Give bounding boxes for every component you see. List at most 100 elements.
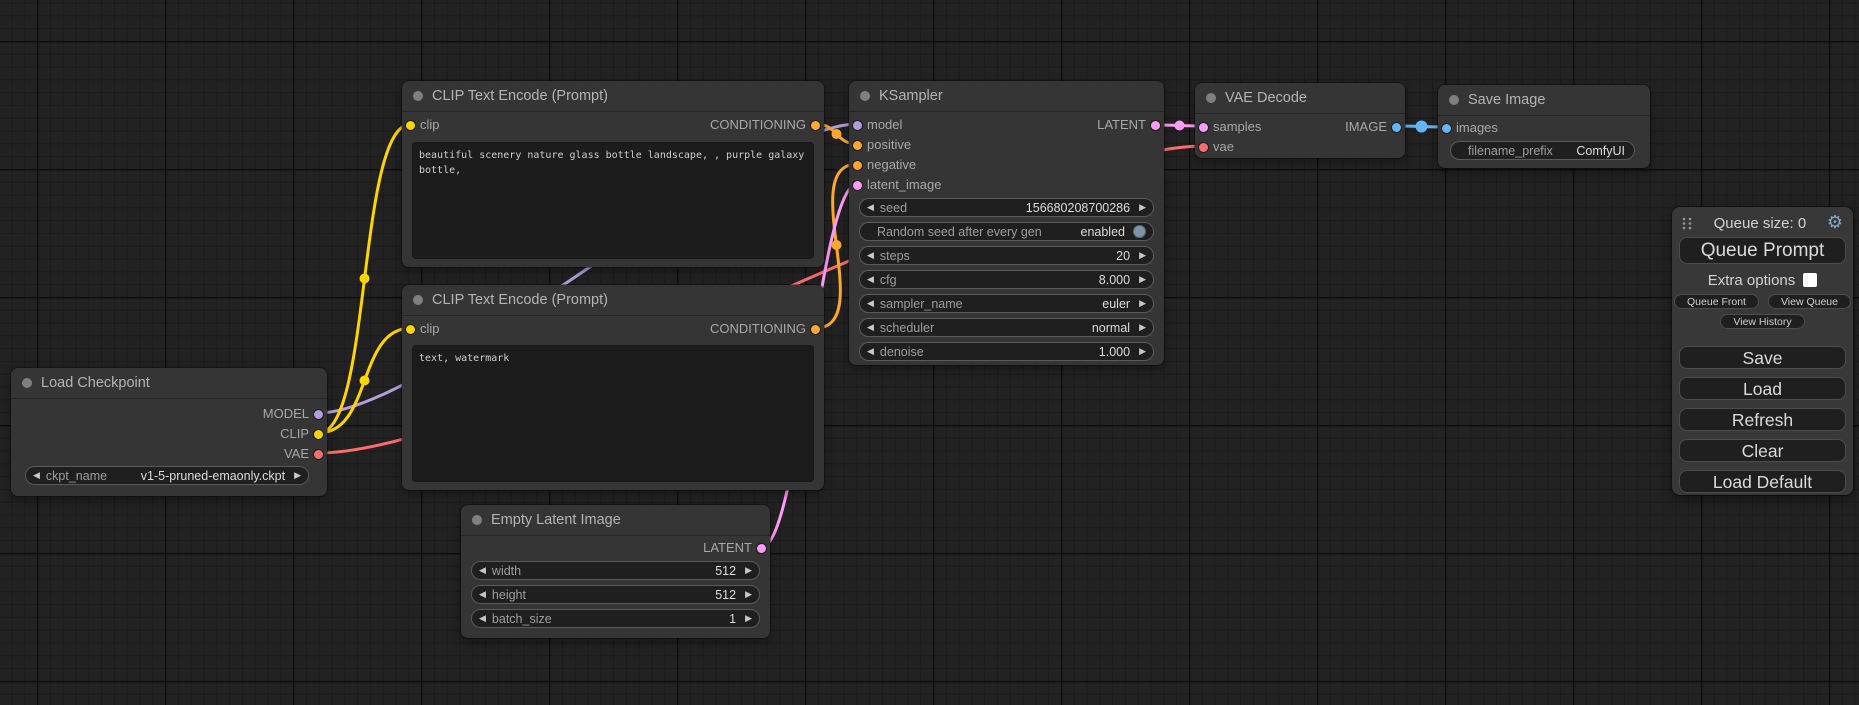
widget-label: sampler_name [880, 297, 963, 311]
node-load-checkpoint[interactable]: Load Checkpoint MODEL CLIP VAE ◀ ckpt_na… [11, 368, 327, 496]
input-slot-clip[interactable] [406, 121, 415, 130]
node-title-bar[interactable]: CLIP Text Encode (Prompt) [402, 81, 824, 112]
widget-denoise[interactable]: ◀ denoise 1.000 ▶ [859, 342, 1154, 361]
node-vae-decode[interactable]: VAE Decode samples IMAGE vae [1195, 83, 1405, 158]
clear-button[interactable]: Clear [1679, 439, 1846, 462]
link-dot [832, 240, 842, 250]
extra-options-checkbox[interactable] [1803, 273, 1817, 287]
output-slot-model[interactable] [314, 410, 323, 419]
left-arrow-icon[interactable]: ◀ [867, 203, 874, 212]
right-arrow-icon[interactable]: ▶ [745, 614, 752, 623]
right-arrow-icon[interactable]: ▶ [294, 471, 301, 480]
left-arrow-icon[interactable]: ◀ [867, 299, 874, 308]
view-history-button[interactable]: View History [1720, 314, 1804, 329]
output-slot-conditioning[interactable] [811, 121, 820, 130]
node-title-bar[interactable]: Load Checkpoint [11, 368, 327, 399]
output-slot-image[interactable] [1392, 123, 1401, 132]
link-dot [360, 376, 370, 386]
node-clip-text-encode-positive[interactable]: CLIP Text Encode (Prompt) clip CONDITION… [402, 81, 824, 267]
settings-gear-icon[interactable]: ⚙ [1827, 214, 1843, 232]
node-title-bar[interactable]: Save Image [1438, 85, 1650, 116]
graph-canvas[interactable]: Load Checkpoint MODEL CLIP VAE ◀ ckpt_na… [0, 0, 1859, 705]
save-button[interactable]: Save [1679, 346, 1846, 369]
queue-prompt-button[interactable]: Queue Prompt [1679, 237, 1846, 264]
right-arrow-icon[interactable]: ▶ [1139, 275, 1146, 284]
view-queue-button[interactable]: View Queue [1768, 294, 1851, 309]
right-arrow-icon[interactable]: ▶ [745, 590, 752, 599]
right-arrow-icon[interactable]: ▶ [1139, 251, 1146, 260]
collapse-dot-icon[interactable] [22, 378, 32, 388]
widget-value: 8.000 [1099, 273, 1130, 287]
left-arrow-icon[interactable]: ◀ [33, 471, 40, 480]
right-arrow-icon[interactable]: ▶ [745, 566, 752, 575]
positive-prompt-textarea[interactable]: beautiful scenery nature glass bottle la… [412, 142, 814, 259]
output-slot-conditioning[interactable] [811, 325, 820, 334]
output-slot-latent[interactable] [1151, 121, 1160, 130]
input-slot-clip[interactable] [406, 325, 415, 334]
right-arrow-icon[interactable]: ▶ [1139, 323, 1146, 332]
output-label: VAE [284, 444, 309, 464]
input-slot-samples[interactable] [1199, 123, 1208, 132]
collapse-dot-icon[interactable] [472, 515, 482, 525]
load-default-button[interactable]: Load Default [1679, 470, 1846, 493]
collapse-dot-icon[interactable] [1449, 95, 1459, 105]
toggle-dot-icon[interactable] [1133, 225, 1146, 238]
node-title-bar[interactable]: CLIP Text Encode (Prompt) [402, 285, 824, 316]
left-arrow-icon[interactable]: ◀ [479, 566, 486, 575]
output-slot-latent[interactable] [757, 544, 766, 553]
input-slot-model[interactable] [853, 121, 862, 130]
widget-random-seed-toggle[interactable]: Random seed after every gen enabled [859, 222, 1154, 241]
collapse-dot-icon[interactable] [860, 91, 870, 101]
widget-value: 1 [729, 612, 736, 626]
input-slot-negative[interactable] [853, 161, 862, 170]
comfy-menu-panel[interactable]: Queue size: 0 ⚙ Queue Prompt Extra optio… [1672, 207, 1853, 495]
left-arrow-icon[interactable]: ◀ [479, 590, 486, 599]
widget-label: cfg [880, 273, 897, 287]
right-arrow-icon[interactable]: ▶ [1139, 203, 1146, 212]
collapse-dot-icon[interactable] [413, 295, 423, 305]
output-slot-clip[interactable] [314, 430, 323, 439]
output-slot-vae[interactable] [314, 450, 323, 459]
input-label: positive [867, 135, 911, 155]
left-arrow-icon[interactable]: ◀ [867, 275, 874, 284]
left-arrow-icon[interactable]: ◀ [867, 323, 874, 332]
widget-ckpt-name[interactable]: ◀ ckpt_name v1-5-pruned-emaonly.ckpt ▶ [25, 466, 309, 485]
left-arrow-icon[interactable]: ◀ [867, 347, 874, 356]
widget-sampler-name[interactable]: ◀ sampler_name euler ▶ [859, 294, 1154, 313]
left-arrow-icon[interactable]: ◀ [479, 614, 486, 623]
drag-handle-icon[interactable] [1681, 216, 1693, 231]
node-clip-text-encode-negative[interactable]: CLIP Text Encode (Prompt) clip CONDITION… [402, 285, 824, 490]
node-title-bar[interactable]: VAE Decode [1195, 83, 1405, 114]
widget-cfg[interactable]: ◀ cfg 8.000 ▶ [859, 270, 1154, 289]
input-slot-latent-image[interactable] [853, 181, 862, 190]
refresh-button[interactable]: Refresh [1679, 408, 1846, 431]
negative-prompt-textarea[interactable]: text, watermark [412, 345, 814, 482]
left-arrow-icon[interactable]: ◀ [867, 251, 874, 260]
widget-height[interactable]: ◀ height 512 ▶ [471, 585, 760, 604]
right-arrow-icon[interactable]: ▶ [1139, 347, 1146, 356]
node-ksampler[interactable]: KSampler model LATENT positive negative … [849, 81, 1164, 365]
widget-steps[interactable]: ◀ steps 20 ▶ [859, 246, 1154, 265]
input-slot-positive[interactable] [853, 141, 862, 150]
widget-seed[interactable]: ◀ seed 156680208700286 ▶ [859, 198, 1154, 217]
widget-scheduler[interactable]: ◀ scheduler normal ▶ [859, 318, 1154, 337]
widget-batch-size[interactable]: ◀ batch_size 1 ▶ [471, 609, 760, 628]
widget-filename-prefix[interactable]: filename_prefix ComfyUI [1450, 141, 1635, 160]
input-label: clip [420, 319, 440, 339]
input-slot-images[interactable] [1442, 124, 1451, 133]
widget-label: scheduler [880, 321, 934, 335]
collapse-dot-icon[interactable] [1206, 93, 1216, 103]
right-arrow-icon[interactable]: ▶ [1139, 299, 1146, 308]
widget-width[interactable]: ◀ width 512 ▶ [471, 561, 760, 580]
load-button[interactable]: Load [1679, 377, 1846, 400]
collapse-dot-icon[interactable] [413, 91, 423, 101]
slot-row: positive [849, 135, 1164, 155]
node-save-image[interactable]: Save Image images filename_prefix ComfyU… [1438, 85, 1650, 168]
slot-row: model LATENT [849, 115, 1164, 135]
node-title-bar[interactable]: KSampler [849, 81, 1164, 112]
node-empty-latent-image[interactable]: Empty Latent Image LATENT ◀ width 512 ▶ … [461, 505, 770, 638]
input-slot-vae[interactable] [1199, 143, 1208, 152]
input-label: vae [1213, 137, 1234, 157]
queue-front-button[interactable]: Queue Front [1674, 294, 1759, 309]
node-title-bar[interactable]: Empty Latent Image [461, 505, 770, 536]
